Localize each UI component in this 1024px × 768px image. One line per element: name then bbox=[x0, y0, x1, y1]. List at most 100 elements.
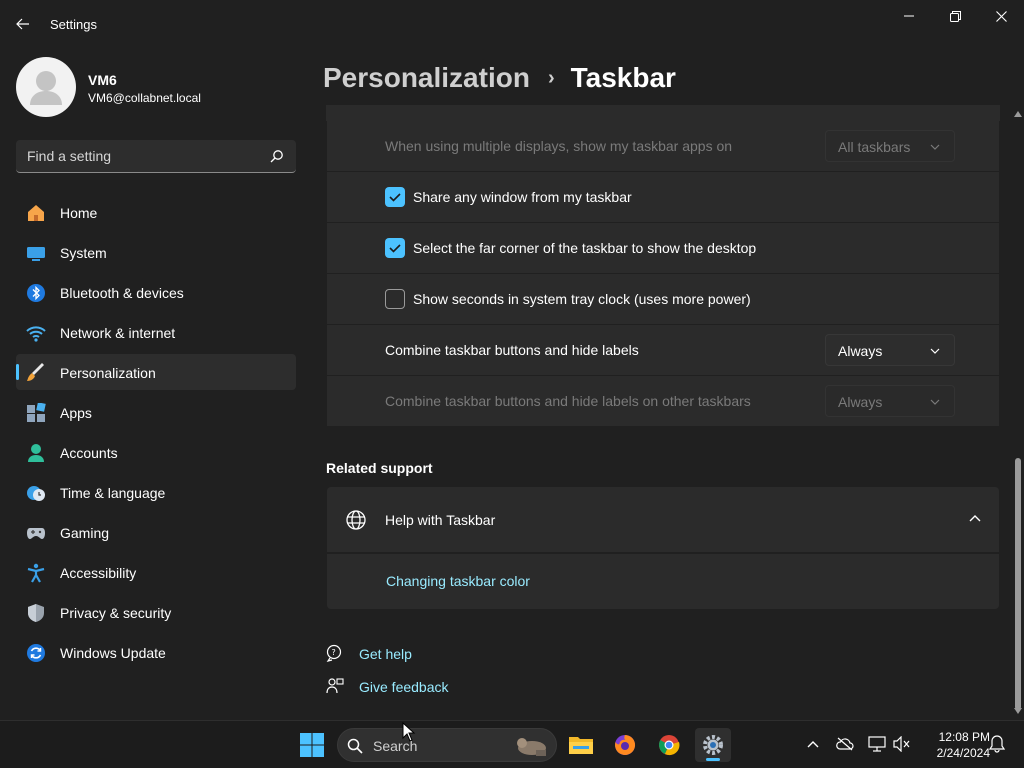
notifications-button[interactable] bbox=[987, 734, 1007, 754]
system-icon bbox=[26, 243, 46, 263]
time-language-icon bbox=[26, 483, 46, 503]
changing-taskbar-color-link[interactable]: Changing taskbar color bbox=[386, 573, 530, 589]
help-with-taskbar-expander[interactable]: Help with Taskbar bbox=[327, 487, 999, 552]
setting-label: Combine taskbar buttons and hide labels … bbox=[385, 393, 751, 409]
taskbar-chrome[interactable] bbox=[651, 728, 687, 762]
scroll-down-arrow-icon[interactable] bbox=[1013, 707, 1023, 715]
network-status[interactable] bbox=[867, 734, 887, 754]
gamepad-icon bbox=[26, 523, 46, 543]
taskbar-file-explorer[interactable] bbox=[563, 728, 599, 762]
sidebar-item-label: Personalization bbox=[60, 365, 156, 381]
maximize-button[interactable] bbox=[932, 0, 978, 32]
sidebar-item-personalization[interactable]: Personalization bbox=[16, 354, 296, 390]
get-help-link[interactable]: ? Get help bbox=[326, 642, 526, 666]
sidebar-item-system[interactable]: System bbox=[16, 234, 296, 270]
chevron-down-icon bbox=[930, 144, 940, 150]
windows-start-icon[interactable] bbox=[299, 733, 325, 757]
minimize-button[interactable] bbox=[886, 0, 932, 32]
user-name: VM6 bbox=[88, 72, 117, 88]
checkmark-icon bbox=[389, 193, 401, 202]
sidebar-item-bluetooth[interactable]: Bluetooth & devices bbox=[16, 274, 296, 310]
volume-status[interactable] bbox=[892, 734, 912, 754]
close-button[interactable] bbox=[978, 0, 1024, 32]
sidebar-item-privacy[interactable]: Privacy & security bbox=[16, 594, 296, 630]
app-title: Settings bbox=[50, 17, 97, 32]
breadcrumb-separator: › bbox=[547, 66, 555, 89]
dropdown-value: Always bbox=[838, 394, 883, 410]
setting-label: When using multiple displays, show my ta… bbox=[385, 138, 733, 154]
user-email: VM6@collabnet.local bbox=[88, 91, 201, 105]
sidebar-item-label: Accounts bbox=[60, 445, 118, 461]
sidebar-item-time-language[interactable]: Time & language bbox=[16, 474, 296, 510]
setting-row-share-window[interactable]: Share any window from my taskbar bbox=[327, 172, 999, 222]
sidebar-item-accounts[interactable]: Accounts bbox=[16, 434, 296, 470]
accessibility-icon bbox=[26, 563, 46, 583]
user-profile[interactable]: VM6 VM6@collabnet.local bbox=[16, 57, 296, 117]
sidebar-item-label: Windows Update bbox=[60, 645, 166, 661]
sidebar-item-label: Network & internet bbox=[60, 325, 176, 341]
combine-other-dropdown[interactable]: Always bbox=[825, 385, 955, 417]
home-icon bbox=[26, 203, 46, 223]
combine-buttons-dropdown[interactable]: Always bbox=[825, 334, 955, 366]
scrollbar-thumb[interactable] bbox=[1015, 458, 1021, 710]
network-icon bbox=[868, 736, 886, 752]
show-hidden-icons-button[interactable] bbox=[803, 734, 823, 754]
dropdown-value: All taskbars bbox=[838, 139, 911, 155]
setting-row-multiple-displays: When using multiple displays, show my ta… bbox=[327, 121, 999, 171]
give-feedback-label: Give feedback bbox=[359, 679, 449, 695]
setting-label: Show seconds in system tray clock (uses … bbox=[413, 291, 751, 307]
sidebar-item-network[interactable]: Network & internet bbox=[16, 314, 296, 350]
scroll-up-arrow-icon[interactable] bbox=[1013, 110, 1023, 118]
chevron-down-icon bbox=[930, 348, 940, 354]
setting-row-far-corner[interactable]: Select the far corner of the taskbar to … bbox=[327, 223, 999, 273]
back-button[interactable] bbox=[8, 10, 38, 38]
firefox-icon bbox=[615, 734, 636, 755]
onedrive-status[interactable] bbox=[835, 734, 855, 754]
search-highlight-icon bbox=[517, 738, 546, 756]
taskbar-firefox[interactable] bbox=[607, 728, 643, 762]
sidebar-item-home[interactable]: Home bbox=[16, 194, 296, 230]
far-corner-checkbox[interactable] bbox=[385, 238, 405, 258]
sidebar-item-gaming[interactable]: Gaming bbox=[16, 514, 296, 550]
settings-icon bbox=[703, 735, 723, 755]
user-avatar-icon bbox=[30, 71, 62, 105]
taskbar-clock[interactable]: 12:08 PM 2/24/2024 bbox=[918, 729, 990, 761]
sidebar-item-label: Accessibility bbox=[60, 565, 137, 581]
get-help-label: Get help bbox=[359, 646, 412, 662]
get-help-icon: ? bbox=[326, 644, 342, 662]
speaker-muted-icon bbox=[893, 736, 910, 752]
minimize-icon bbox=[904, 15, 914, 17]
breadcrumb: Personalization › Taskbar bbox=[323, 58, 676, 98]
related-support-heading: Related support bbox=[326, 460, 433, 476]
give-feedback-link[interactable]: Give feedback bbox=[326, 675, 526, 699]
search-input[interactable] bbox=[16, 140, 256, 172]
shield-icon bbox=[26, 603, 46, 623]
search-icon[interactable] bbox=[270, 149, 284, 163]
sidebar-item-accessibility[interactable]: Accessibility bbox=[16, 554, 296, 590]
dropdown-value: Always bbox=[838, 343, 883, 359]
taskbar-search[interactable]: Search bbox=[337, 728, 557, 762]
setting-row-show-seconds[interactable]: Show seconds in system tray clock (uses … bbox=[327, 274, 999, 324]
taskbar-settings[interactable] bbox=[695, 728, 731, 762]
show-seconds-checkbox[interactable] bbox=[385, 289, 405, 309]
setting-row-combine-other: Combine taskbar buttons and hide labels … bbox=[327, 376, 999, 426]
breadcrumb-parent[interactable]: Personalization bbox=[323, 62, 530, 94]
clock-date: 2/24/2024 bbox=[936, 746, 990, 760]
sidebar-item-label: Apps bbox=[60, 405, 92, 421]
setting-label: Select the far corner of the taskbar to … bbox=[413, 240, 757, 256]
bluetooth-icon bbox=[26, 283, 46, 303]
clock-time: 12:08 PM bbox=[938, 730, 990, 744]
sidebar-item-windows-update[interactable]: Windows Update bbox=[16, 634, 296, 670]
cloud-offline-icon bbox=[836, 737, 854, 751]
apps-icon bbox=[26, 403, 46, 423]
avatar bbox=[16, 57, 76, 117]
feedback-icon bbox=[326, 678, 344, 694]
settings-search[interactable] bbox=[16, 140, 296, 173]
share-window-checkbox[interactable] bbox=[385, 187, 405, 207]
sidebar-item-apps[interactable]: Apps bbox=[16, 394, 296, 430]
content-scrollbar[interactable] bbox=[1011, 106, 1024, 718]
setting-row-combine-buttons: Combine taskbar buttons and hide labels … bbox=[327, 325, 999, 375]
chevron-up-icon[interactable] bbox=[969, 514, 981, 522]
sidebar-item-label: System bbox=[60, 245, 107, 261]
taskbar-apps-display-dropdown[interactable]: All taskbars bbox=[825, 130, 955, 162]
